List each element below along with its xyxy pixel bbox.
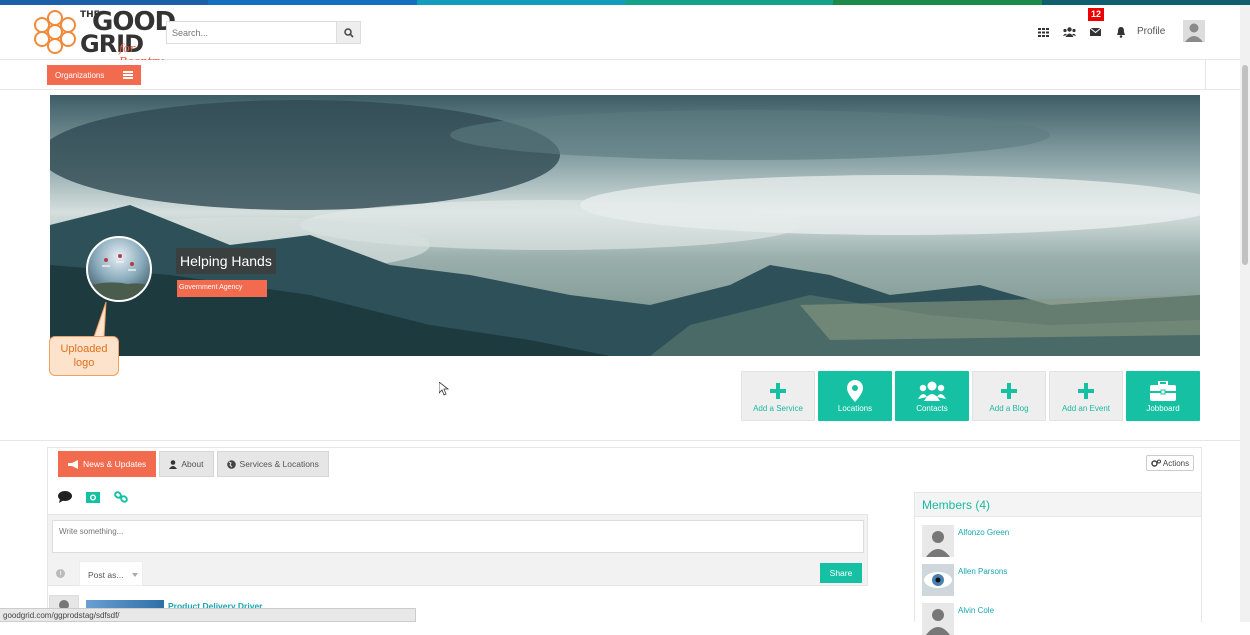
- action-button-contacts[interactable]: Contacts: [895, 371, 969, 421]
- tab-services-locations[interactable]: Services & Locations: [216, 451, 329, 477]
- member-avatar[interactable]: [922, 525, 954, 557]
- scroll-thumb[interactable]: [1242, 65, 1248, 265]
- tab-news-updates[interactable]: News & Updates: [58, 451, 157, 477]
- organization-type-badge: Government Agency: [177, 280, 267, 297]
- site-logo[interactable]: THE GOOD GRID for Reentry: [32, 9, 176, 68]
- default-avatar-icon: [1185, 23, 1203, 42]
- member-avatar[interactable]: [922, 564, 954, 596]
- member-name[interactable]: Alvin Cole: [958, 606, 994, 615]
- page-scrollbar[interactable]: [1240, 5, 1250, 622]
- profile-tabs: News & Updates About Services & Locations: [58, 451, 329, 477]
- mouse-cursor-icon: [439, 382, 449, 396]
- comment-icon[interactable]: [58, 491, 72, 503]
- skydivers-image: [88, 254, 150, 300]
- eye-photo-image: [922, 564, 954, 596]
- action-button-label: Add a Service: [753, 403, 803, 413]
- bell-icon: [1117, 26, 1125, 38]
- post-as-label: Post as...: [88, 570, 124, 580]
- organization-logo[interactable]: [86, 236, 152, 302]
- action-button-add-a-blog[interactable]: Add a Blog: [972, 371, 1046, 421]
- action-button-add-an-event[interactable]: Add an Event: [1049, 371, 1123, 421]
- organization-actions: Add a Service Locations Contacts Add a Blog…: [741, 371, 1200, 421]
- menu-bars-icon: [123, 71, 133, 79]
- mountain-landscape-image: [50, 95, 1200, 356]
- camera-icon[interactable]: [86, 491, 100, 503]
- gears-icon: [1151, 459, 1161, 467]
- flower-logo-icon: [34, 10, 76, 54]
- map-marker-icon: [847, 379, 863, 402]
- post-composer: i Post as... Share: [47, 514, 868, 586]
- notifications-button[interactable]: [1108, 22, 1134, 42]
- profile-link[interactable]: Profile: [1137, 26, 1165, 37]
- uploaded-logo-callout: Uploaded logo: [49, 336, 119, 376]
- plus-icon: [770, 380, 786, 402]
- member-avatar[interactable]: [922, 603, 954, 635]
- action-button-jobboard[interactable]: Jobboard: [1126, 371, 1200, 421]
- tab-label: Services & Locations: [239, 459, 319, 469]
- tab-label: About: [181, 459, 204, 469]
- action-button-label: Contacts: [916, 403, 948, 413]
- users-icon: [918, 380, 946, 402]
- messages-button[interactable]: [1082, 22, 1108, 42]
- message-count-badge: 12: [1088, 8, 1105, 21]
- tab-about[interactable]: About: [159, 451, 214, 477]
- sub-navigation-bar: [0, 60, 1240, 90]
- search-button[interactable]: [336, 22, 360, 43]
- briefcase-icon: [1150, 380, 1176, 402]
- share-button[interactable]: Share: [820, 563, 862, 583]
- members-widget: Members (4) Alfonzo Green Allen Parsons …: [914, 492, 1202, 635]
- user-avatar[interactable]: [1183, 20, 1205, 42]
- action-button-label: Add an Event: [1061, 403, 1111, 413]
- top-header: THE GOOD GRID for Reentry 12 Profile: [0, 5, 1240, 68]
- cover-banner: [50, 95, 1200, 356]
- link-icon[interactable]: [114, 491, 128, 503]
- apps-grid-button[interactable]: [1030, 22, 1056, 42]
- member-item[interactable]: Alfonzo Green: [922, 525, 1182, 557]
- members-heading: Members (4): [915, 493, 1201, 517]
- post-as-select[interactable]: Post as...: [79, 561, 143, 586]
- tab-label: News & Updates: [83, 459, 147, 469]
- actions-dropdown-button[interactable]: Actions: [1146, 455, 1194, 471]
- member-name[interactable]: Allen Parsons: [958, 567, 1007, 576]
- search-icon: [343, 27, 354, 38]
- action-button-label: Locations: [837, 403, 873, 413]
- member-item[interactable]: Alvin Cole: [922, 603, 1182, 635]
- search-box: [166, 21, 361, 44]
- subbar-divider: [1205, 60, 1206, 90]
- header-icons: [1030, 22, 1134, 42]
- logo-the: THE: [80, 10, 100, 20]
- organization-name: Helping Hands: [176, 248, 276, 274]
- organizations-label: Organizations: [55, 70, 105, 80]
- groups-button[interactable]: [1056, 22, 1082, 42]
- plus-icon: [1078, 380, 1094, 402]
- action-button-add-a-service[interactable]: Add a Service: [741, 371, 815, 421]
- member-name[interactable]: Alfonzo Green: [958, 528, 1009, 537]
- actions-label: Actions: [1162, 458, 1190, 468]
- browser-status-url: goodgrid.com/ggprodstag/sdfsdf/: [0, 608, 416, 622]
- caret-down-icon: [132, 573, 138, 577]
- apps-grid-icon: [1037, 27, 1049, 37]
- bullhorn-icon: [68, 459, 79, 469]
- post-textarea[interactable]: [52, 520, 864, 553]
- search-input[interactable]: [167, 22, 337, 43]
- default-avatar-icon: [926, 609, 950, 635]
- action-button-label: Add a Blog: [989, 403, 1029, 413]
- organizations-menu-button[interactable]: Organizations: [47, 65, 141, 85]
- callout-pointer: [93, 301, 107, 338]
- envelope-icon: [1089, 28, 1101, 36]
- action-button-label: Jobboard: [1146, 403, 1180, 413]
- user-icon: [169, 459, 178, 469]
- post-type-selector: [58, 491, 128, 503]
- globe-icon: [226, 459, 236, 469]
- plus-icon: [1001, 380, 1017, 402]
- action-button-locations[interactable]: Locations: [818, 371, 892, 421]
- default-avatar-icon: [926, 531, 950, 557]
- section-divider: [0, 440, 1240, 441]
- groups-icon: [1062, 27, 1076, 37]
- member-item[interactable]: Allen Parsons: [922, 564, 1182, 596]
- info-icon[interactable]: i: [56, 569, 65, 578]
